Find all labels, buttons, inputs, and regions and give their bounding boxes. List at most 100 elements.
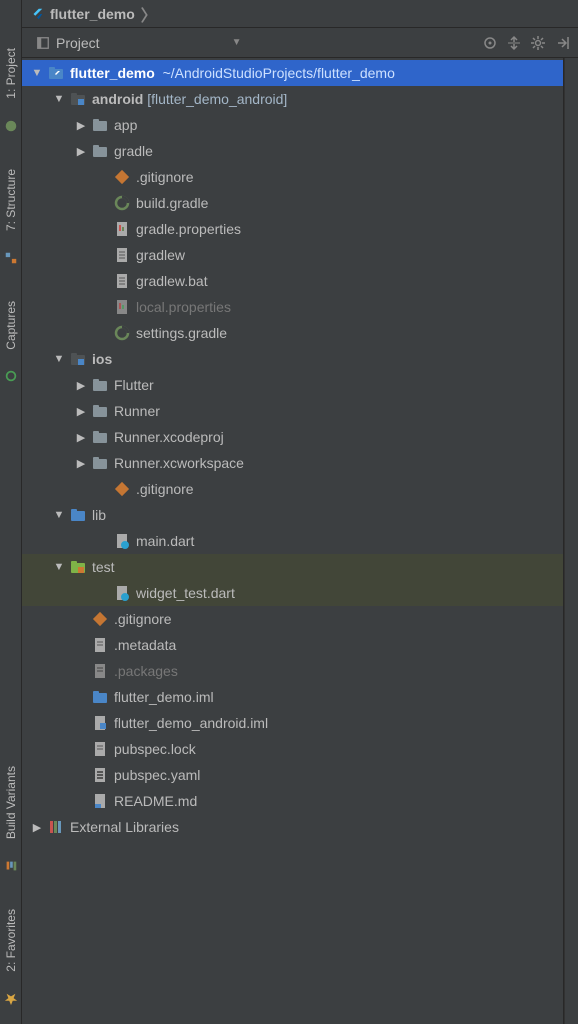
text-file-icon bbox=[92, 741, 108, 757]
left-gutter: 1: Project 7: Structure Captures Build V… bbox=[0, 0, 22, 1024]
tree-item-label: local.properties bbox=[136, 299, 231, 315]
gutter-tab-project[interactable]: 1: Project bbox=[2, 40, 20, 107]
project-view-icon bbox=[36, 36, 50, 50]
gitignore-icon bbox=[114, 481, 130, 497]
test-folder-icon bbox=[70, 559, 86, 575]
gear-icon[interactable] bbox=[530, 35, 546, 51]
gutter-tab-structure[interactable]: 7: Structure bbox=[2, 161, 20, 239]
tree-file[interactable]: ▶ gradlew.bat bbox=[22, 268, 563, 294]
tree-item-label: ios bbox=[92, 351, 112, 367]
gutter-tab-label: 2: Favorites bbox=[4, 909, 18, 972]
chevron-down-icon: ▼ bbox=[232, 37, 242, 48]
expand-arrow-icon[interactable]: ▶ bbox=[74, 431, 88, 444]
tree-item-label: flutter_demo bbox=[70, 65, 155, 81]
tree-folder[interactable]: ▶ Flutter bbox=[22, 372, 563, 398]
breadcrumb-project[interactable]: flutter_demo bbox=[50, 6, 135, 22]
gutter-tab-build-variants[interactable]: Build Variants bbox=[2, 758, 20, 847]
expand-arrow-icon[interactable]: ▼ bbox=[30, 67, 44, 79]
tree-item-label: flutter_demo_android.iml bbox=[114, 715, 268, 731]
tree-item-module: [flutter_demo_android] bbox=[147, 91, 287, 107]
tree-file[interactable]: ▶ .gitignore bbox=[22, 164, 563, 190]
tree-item-label: gradle.properties bbox=[136, 221, 241, 237]
dart-file-icon bbox=[114, 585, 130, 601]
scrollbar-track[interactable] bbox=[564, 58, 578, 1024]
gutter-tab-label: 1: Project bbox=[4, 48, 18, 99]
tree-item-label: pubspec.yaml bbox=[114, 767, 200, 783]
tree-file[interactable]: ▶ flutter_demo.iml bbox=[22, 684, 563, 710]
tree-file[interactable]: ▶ .gitignore bbox=[22, 606, 563, 632]
tree-file[interactable]: ▶ gradle.properties bbox=[22, 216, 563, 242]
tree-file[interactable]: ▶ main.dart bbox=[22, 528, 563, 554]
tree-folder[interactable]: ▶ gradle bbox=[22, 138, 563, 164]
tree-folder-android[interactable]: ▼ android [flutter_demo_android] bbox=[22, 86, 563, 112]
tree-file[interactable]: ▶ local.properties bbox=[22, 294, 563, 320]
tree-file[interactable]: ▶ .packages bbox=[22, 658, 563, 684]
tree-item-label: test bbox=[92, 559, 115, 575]
hide-icon[interactable] bbox=[554, 35, 570, 51]
tree-item-label: Runner.xcodeproj bbox=[114, 429, 224, 445]
tree-folder-ios[interactable]: ▼ ios bbox=[22, 346, 563, 372]
gutter-tab-variants-icon[interactable] bbox=[2, 851, 20, 881]
gutter-tab-label: Captures bbox=[4, 301, 18, 350]
expand-arrow-icon[interactable]: ▼ bbox=[52, 93, 66, 105]
captures-icon bbox=[4, 369, 18, 383]
iml-icon bbox=[92, 715, 108, 731]
tree-item-label: Runner.xcworkspace bbox=[114, 455, 244, 471]
expand-arrow-icon[interactable]: ▶ bbox=[74, 457, 88, 470]
tree-external-libraries[interactable]: ▶ External Libraries bbox=[22, 814, 563, 840]
expand-arrow-icon[interactable]: ▼ bbox=[52, 509, 66, 521]
expand-arrow-icon[interactable]: ▶ bbox=[74, 405, 88, 418]
tree-folder[interactable]: ▶ Runner.xcworkspace bbox=[22, 450, 563, 476]
gutter-tab-favorites[interactable]: 2: Favorites bbox=[2, 901, 20, 980]
gutter-tab-captures-icon[interactable] bbox=[2, 361, 20, 391]
tree-folder[interactable]: ▶ app bbox=[22, 112, 563, 138]
tree-folder[interactable]: ▶ Runner.xcodeproj bbox=[22, 424, 563, 450]
expand-arrow-icon[interactable]: ▶ bbox=[74, 145, 88, 158]
expand-arrow-icon[interactable]: ▶ bbox=[30, 821, 44, 834]
tree-file[interactable]: ▶ .gitignore bbox=[22, 476, 563, 502]
tree-file[interactable]: ▶ build.gradle bbox=[22, 190, 563, 216]
breadcrumb: flutter_demo 〉 bbox=[22, 0, 578, 28]
tree-folder-lib[interactable]: ▼ lib bbox=[22, 502, 563, 528]
tree-file[interactable]: ▶ .metadata bbox=[22, 632, 563, 658]
tree-file[interactable]: ▶ widget_test.dart bbox=[22, 580, 563, 606]
expand-arrow-icon[interactable]: ▼ bbox=[52, 353, 66, 365]
view-mode-label: Project bbox=[56, 35, 100, 51]
tree-item-label: Flutter bbox=[114, 377, 154, 393]
gutter-tab-label: Build Variants bbox=[4, 766, 18, 839]
tree-file[interactable]: ▶ settings.gradle bbox=[22, 320, 563, 346]
gutter-tab-structure-icon[interactable] bbox=[2, 243, 20, 273]
view-mode-dropdown[interactable]: Project ▼ bbox=[30, 33, 247, 53]
android-icon bbox=[4, 119, 18, 133]
project-toolbar: Project ▼ bbox=[22, 28, 578, 58]
tree-item-label: .gitignore bbox=[114, 611, 172, 627]
gutter-tab-android-icon[interactable] bbox=[2, 111, 20, 141]
flutter-logo-icon bbox=[30, 7, 44, 21]
gutter-tab-favorites-icon[interactable] bbox=[2, 984, 20, 1014]
scroll-to-source-icon[interactable] bbox=[482, 35, 498, 51]
expand-arrow-icon[interactable]: ▶ bbox=[74, 379, 88, 392]
text-file-icon bbox=[114, 247, 130, 263]
tree-file[interactable]: ▶ pubspec.lock bbox=[22, 736, 563, 762]
tree-item-label: android bbox=[92, 91, 143, 107]
tree-folder[interactable]: ▶ Runner bbox=[22, 398, 563, 424]
tree-item-label: lib bbox=[92, 507, 106, 523]
dart-file-icon bbox=[114, 533, 130, 549]
tree-file[interactable]: ▶ flutter_demo_android.iml bbox=[22, 710, 563, 736]
collapse-all-icon[interactable] bbox=[506, 35, 522, 51]
expand-arrow-icon[interactable]: ▼ bbox=[52, 561, 66, 573]
project-tree[interactable]: ▼ flutter_demo ~/AndroidStudioProjects/f… bbox=[22, 58, 564, 1024]
folder-icon bbox=[92, 429, 108, 445]
expand-arrow-icon[interactable]: ▶ bbox=[74, 119, 88, 132]
tree-item-label: .gitignore bbox=[136, 481, 194, 497]
text-file-icon bbox=[114, 273, 130, 289]
tree-item-label: flutter_demo.iml bbox=[114, 689, 214, 705]
tree-root[interactable]: ▼ flutter_demo ~/AndroidStudioProjects/f… bbox=[22, 60, 563, 86]
tree-item-label: pubspec.lock bbox=[114, 741, 196, 757]
properties-icon bbox=[114, 299, 130, 315]
tree-file[interactable]: ▶ README.md bbox=[22, 788, 563, 814]
tree-file[interactable]: ▶ gradlew bbox=[22, 242, 563, 268]
tree-folder-test[interactable]: ▼ test bbox=[22, 554, 563, 580]
gutter-tab-captures[interactable]: Captures bbox=[2, 293, 20, 358]
tree-file[interactable]: ▶ pubspec.yaml bbox=[22, 762, 563, 788]
